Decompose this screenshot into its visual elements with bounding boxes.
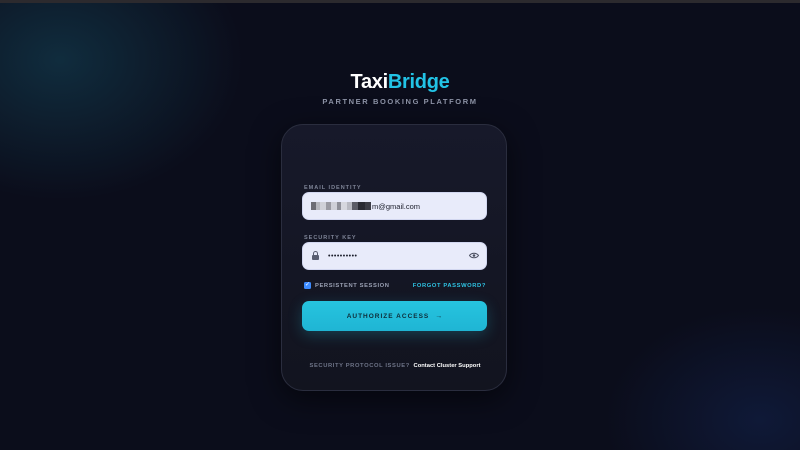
support-footer: SECURITY PROTOCOL ISSUE? Contact Cluster… (282, 363, 508, 369)
support-prompt: SECURITY PROTOCOL ISSUE? (309, 363, 410, 369)
redacted-email-prefix (311, 202, 371, 210)
security-key-field[interactable]: •••••••••• (302, 242, 487, 270)
login-card: EMAIL IDENTITY m@gmail.com SECURITY KEY … (281, 124, 507, 391)
arrow-right-icon: → (435, 312, 443, 320)
contact-support-link[interactable]: Contact Cluster Support (414, 363, 481, 369)
brand-tagline: PARTNER BOOKING PLATFORM (322, 97, 478, 106)
logo-text-bridge: Bridge (387, 71, 450, 93)
email-value: m@gmail.com (372, 201, 421, 211)
authorize-access-label: AUTHORIZE ACCESS (346, 312, 430, 320)
security-key-label: SECURITY KEY (304, 235, 357, 241)
forgot-password-link[interactable]: FORGOT PASSWORD? (413, 283, 486, 289)
eye-icon[interactable] (469, 252, 479, 259)
lock-icon (311, 251, 320, 261)
persistent-session-label[interactable]: PERSISTENT SESSION (315, 283, 390, 289)
logo-text-taxi: Taxi (350, 71, 389, 93)
window-top-border (0, 0, 800, 3)
brand-header: TaxiBridge PARTNER BOOKING PLATFORM (0, 70, 800, 106)
app-logo: TaxiBridge (0, 70, 800, 94)
email-label: EMAIL IDENTITY (304, 185, 362, 191)
persistent-session-checkbox[interactable]: ✓ (304, 282, 311, 289)
authorize-access-button[interactable]: AUTHORIZE ACCESS → (302, 301, 487, 331)
session-options-row: ✓ PERSISTENT SESSION FORGOT PASSWORD? (304, 282, 486, 292)
email-field[interactable]: m@gmail.com (302, 192, 487, 220)
security-key-value: •••••••••• (328, 252, 358, 260)
